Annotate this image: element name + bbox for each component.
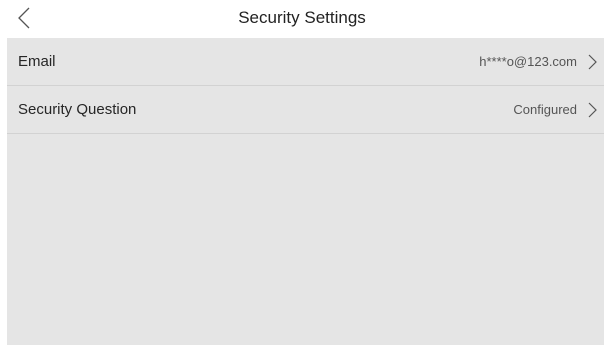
header-bar: Security Settings	[0, 0, 604, 38]
settings-row-label: Email	[18, 53, 56, 70]
settings-row-value: Configured	[513, 102, 577, 117]
chevron-right-icon	[588, 102, 597, 118]
page-title: Security Settings	[238, 8, 366, 27]
back-button[interactable]	[12, 3, 36, 33]
settings-row-security-question[interactable]: Security Question Configured	[7, 86, 604, 134]
settings-row-label: Security Question	[18, 101, 137, 118]
chevron-right-icon	[588, 54, 597, 70]
chevron-left-icon	[18, 7, 30, 29]
settings-row-value: h****o@123.com	[479, 54, 577, 69]
settings-panel: Email h****o@123.com Security Question C…	[7, 38, 604, 345]
settings-row-email[interactable]: Email h****o@123.com	[7, 38, 604, 86]
